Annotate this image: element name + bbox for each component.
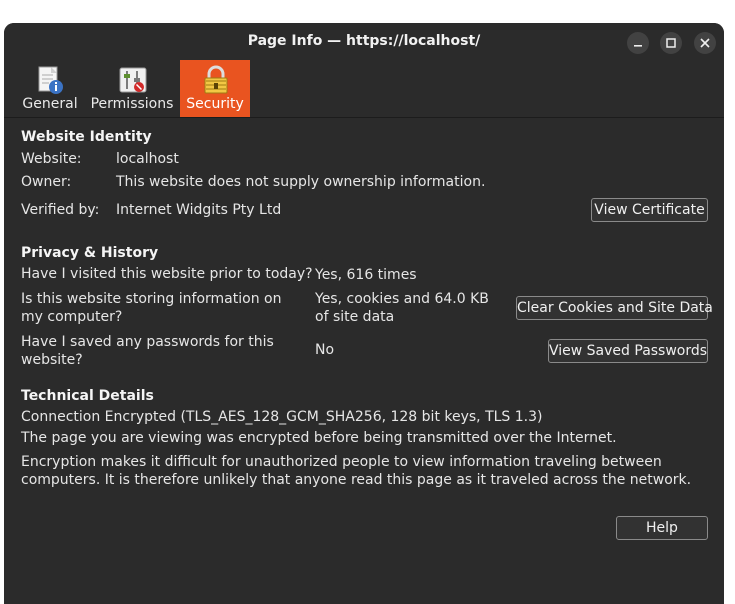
title-bar[interactable]: Page Info — https://localhost/ — [4, 23, 724, 60]
minimize-button[interactable] — [627, 32, 649, 54]
tab-permissions[interactable]: Permissions — [90, 60, 174, 117]
storing-question: Is this website storing information on m… — [21, 291, 282, 325]
encryption-explanation-text: Encryption makes it difficult for unauth… — [21, 454, 692, 488]
clear-cookies-button[interactable]: Clear Cookies and Site Data — [516, 296, 713, 320]
website-value: localhost — [116, 151, 179, 167]
tab-security-label: Security — [186, 96, 244, 112]
website-identity-heading: Website Identity — [21, 129, 152, 145]
page-info-window: Page Info — https://localhost/ General P… — [4, 23, 724, 604]
passwords-answer: No — [315, 342, 335, 358]
window-title: Page Info — https://localhost/ — [247, 33, 481, 49]
owner-label: Owner: — [21, 174, 72, 190]
tab-security[interactable]: Security — [180, 60, 250, 117]
owner-value: This website does not supply ownership i… — [116, 174, 486, 190]
permissions-switches-icon — [119, 67, 147, 93]
close-button[interactable] — [694, 32, 716, 54]
tab-general-label: General — [22, 96, 78, 112]
maximize-icon — [666, 38, 676, 48]
document-info-icon — [38, 66, 63, 94]
tab-bar: General Permissions Security — [4, 60, 724, 118]
privacy-history-heading: Privacy & History — [21, 245, 159, 261]
tab-general[interactable]: General — [20, 60, 80, 117]
security-panel: Website Identity Website: localhost Owne… — [4, 118, 724, 604]
maximize-button[interactable] — [660, 32, 682, 54]
website-label: Website: — [21, 151, 82, 167]
padlock-icon — [204, 65, 228, 94]
visited-question: Have I visited this website prior to tod… — [21, 266, 313, 282]
view-saved-passwords-button[interactable]: View Saved Passwords — [548, 339, 708, 363]
storing-answer: Yes, cookies and 64.0 KB of site data — [315, 291, 489, 325]
connection-encrypted-text: Connection Encrypted (TLS_AES_128_GCM_SH… — [21, 409, 543, 425]
tab-permissions-label: Permissions — [90, 96, 174, 112]
help-button[interactable]: Help — [616, 516, 708, 540]
passwords-question: Have I saved any passwords for this webs… — [21, 334, 274, 368]
minimize-icon — [634, 45, 642, 47]
technical-details-heading: Technical Details — [21, 388, 154, 404]
encrypted-before-text: The page you are viewing was encrypted b… — [21, 430, 617, 446]
view-certificate-button[interactable]: View Certificate — [591, 198, 708, 222]
verified-by-label: Verified by: — [21, 202, 100, 218]
visited-answer: Yes, 616 times — [315, 267, 417, 283]
close-icon — [700, 38, 710, 48]
verified-by-value: Internet Widgits Pty Ltd — [116, 202, 282, 218]
